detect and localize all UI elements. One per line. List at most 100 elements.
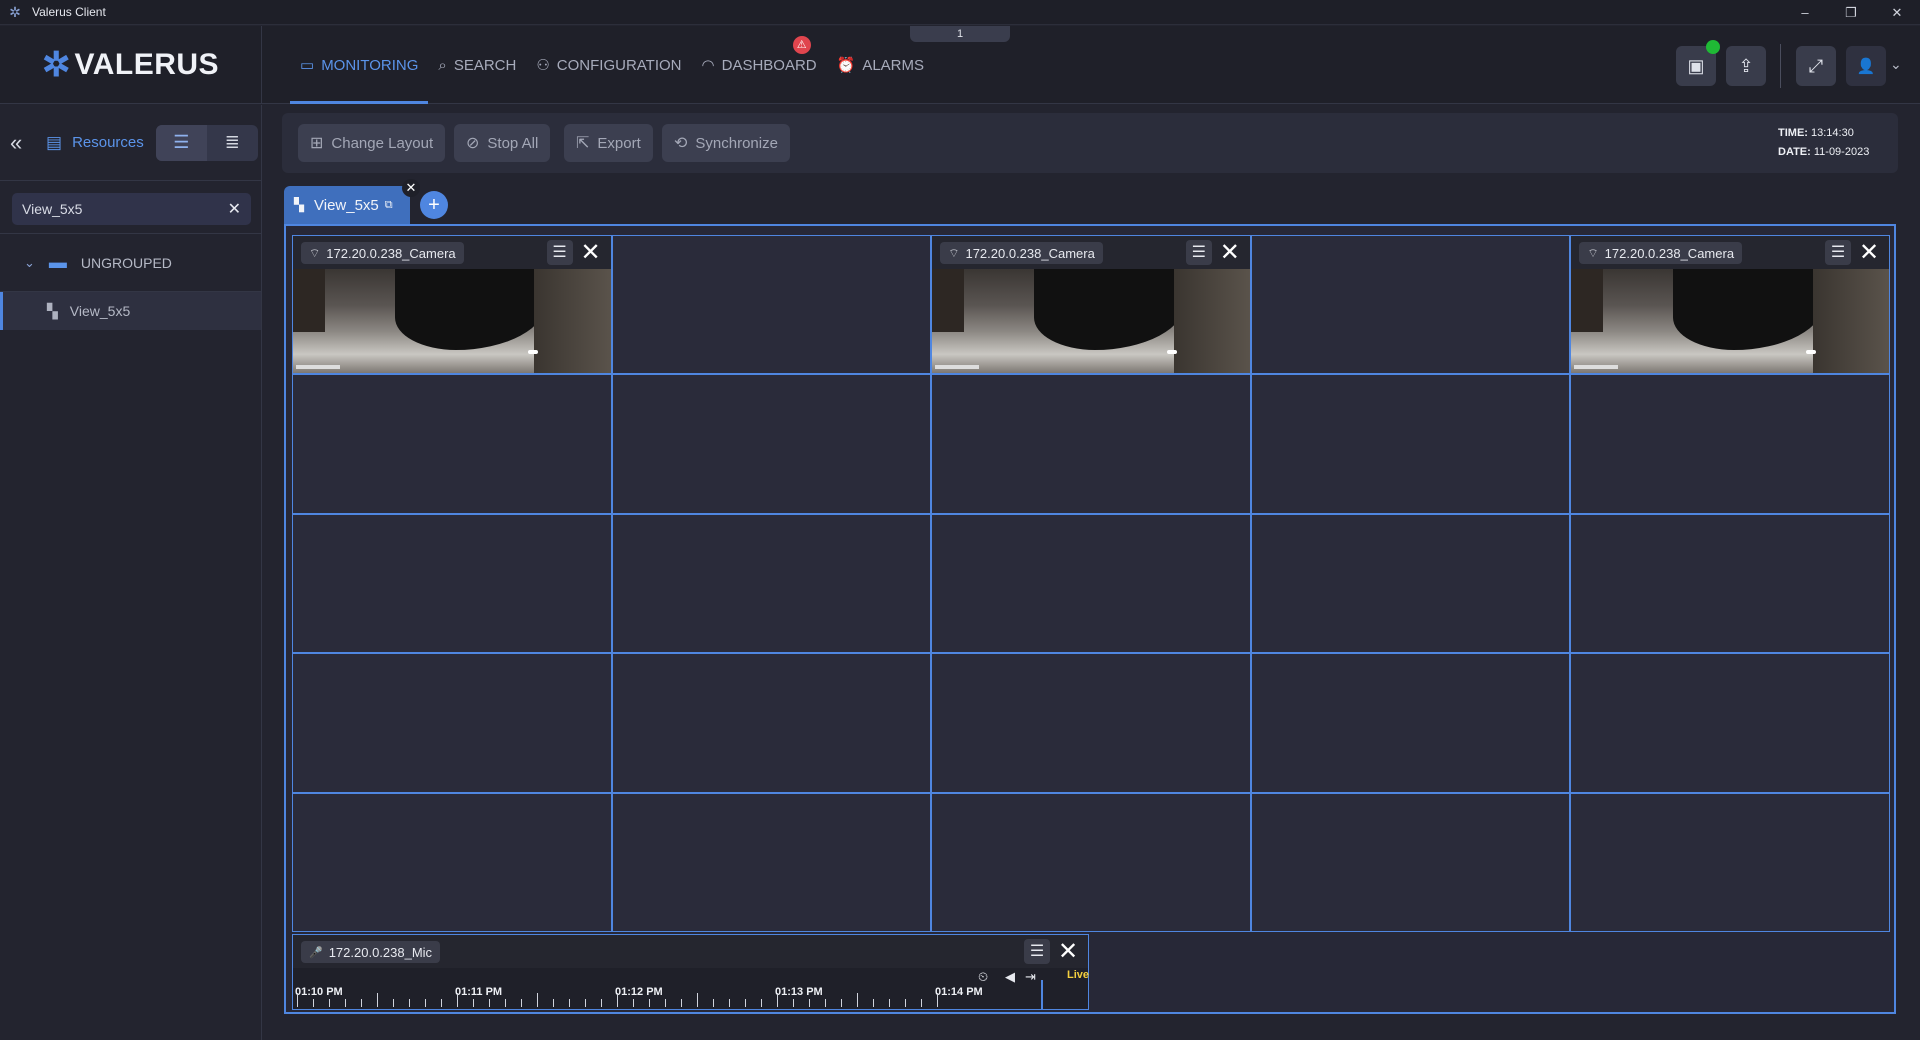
camera-menu-icon[interactable]: ☰ — [1825, 240, 1851, 265]
clear-search-icon[interactable]: ✕ — [228, 199, 241, 219]
tree-view-icon[interactable]: ☰ — [155, 124, 207, 161]
camera-video-feed[interactable] — [1571, 269, 1889, 374]
video-timestamp-overlay — [296, 365, 340, 370]
live-button[interactable]: Live — [1067, 969, 1089, 981]
camera-tile[interactable]: ⌔ 172.20.0.238_Camera ☰ ✕ — [1571, 236, 1889, 374]
share-icon: ⇪ — [1738, 55, 1754, 76]
camera-video-feed[interactable] — [932, 269, 1250, 374]
video-scene — [528, 350, 539, 355]
empty-tile[interactable] — [612, 236, 931, 374]
empty-tile[interactable] — [1571, 793, 1889, 931]
user-menu-button[interactable]: 👤 — [1846, 46, 1886, 86]
list-view-icon[interactable]: ≣ — [207, 125, 258, 161]
screen-status-button[interactable]: ▣ — [1676, 40, 1720, 86]
brand-name: VALERUS — [74, 48, 220, 81]
empty-tile[interactable] — [1251, 793, 1570, 931]
empty-tile[interactable] — [293, 793, 611, 931]
tree-group-ungrouped[interactable]: ⌄ ▬ UNGROUPED — [0, 234, 261, 292]
timeline-playhead[interactable] — [1041, 980, 1043, 1009]
chevron-down-icon[interactable]: ⌄ — [24, 255, 35, 271]
restore-button[interactable]: ❐ — [1828, 0, 1874, 25]
empty-tile[interactable] — [1571, 514, 1889, 653]
video-scene — [1571, 269, 1604, 332]
empty-tile[interactable] — [1251, 236, 1570, 374]
dashboard-alert-badge: ⚠ — [792, 36, 811, 54]
video-scene — [293, 269, 325, 332]
resources-label[interactable]: Resources — [72, 134, 144, 151]
window-title: Valerus Client — [32, 5, 106, 19]
date-label: DATE: — [1778, 146, 1811, 158]
popout-icon[interactable]: ⧉ — [385, 199, 393, 212]
stop-all-button[interactable]: ⊘ Stop All — [454, 124, 551, 162]
empty-tile[interactable] — [932, 514, 1250, 653]
nav-alarms[interactable]: ⏰ ALARMS — [827, 26, 934, 104]
synchronize-button[interactable]: ⟲ Synchronize — [662, 124, 790, 162]
view-mode-toggle: ☰ ≣ — [155, 124, 258, 161]
close-window-button[interactable]: ✕ — [1874, 0, 1920, 25]
timeline-tick — [489, 999, 490, 1007]
camera-tile[interactable]: ⌔ 172.20.0.238_Camera ☰ ✕ — [932, 236, 1250, 374]
folder-icon: ▬ — [48, 252, 67, 272]
camera-menu-icon[interactable]: ☰ — [546, 240, 573, 265]
mic-tile[interactable]: 🎤 172.20.0.238_Mic ☰ ✕ 01:10 PM 01:11 PM… — [292, 934, 1089, 1010]
jump-to-live-icon[interactable]: ⇥ — [1025, 969, 1036, 985]
stop-icon: ⊘ — [466, 135, 480, 152]
sync-icon: ⟲ — [674, 135, 688, 152]
nav-search[interactable]: ⌕ SEARCH — [428, 26, 526, 104]
history-icon[interactable]: ⏲ — [978, 969, 988, 985]
empty-tile[interactable] — [612, 514, 931, 653]
timeline-tick — [745, 999, 746, 1007]
empty-tile[interactable] — [1251, 654, 1570, 792]
collapse-sidebar-icon[interactable]: « — [10, 130, 36, 156]
mic-close-icon[interactable]: ✕ — [1054, 938, 1082, 966]
empty-tile[interactable] — [612, 654, 931, 792]
configuration-icon: ⚇ — [536, 57, 550, 74]
camera-menu-icon[interactable]: ☰ — [1185, 240, 1212, 265]
empty-tile[interactable] — [1571, 375, 1889, 513]
fullscreen-button[interactable]: ⤢ — [1796, 46, 1836, 86]
timeline-label: 01:12 PM — [615, 986, 663, 998]
add-tab-button[interactable]: + — [420, 191, 448, 219]
nav-dashboard[interactable]: ◠ DASHBOARD ⚠ — [692, 26, 827, 104]
mic-menu-icon[interactable]: ☰ — [1024, 939, 1050, 964]
empty-tile[interactable] — [612, 375, 931, 513]
empty-tile[interactable] — [612, 793, 931, 931]
empty-tile[interactable] — [1251, 375, 1570, 513]
tree-group-label: UNGROUPED — [80, 254, 172, 271]
empty-tile[interactable] — [932, 654, 1250, 792]
playback-timeline[interactable]: 01:10 PM 01:11 PM 01:12 PM 01:13 PM 01:1… — [293, 968, 1089, 1009]
camera-close-icon[interactable]: ✕ — [577, 239, 605, 267]
empty-tile[interactable] — [1571, 654, 1889, 792]
empty-tile[interactable] — [932, 375, 1250, 513]
timeline-tick — [297, 993, 298, 1007]
export-button[interactable]: ⇱ Export — [564, 124, 653, 162]
share-button[interactable]: ⇪ — [1726, 46, 1766, 86]
rewind-icon[interactable]: ◀ — [1005, 969, 1015, 985]
tree-item-view[interactable]: ▚ View_5x5 — [0, 292, 261, 330]
timeline-tick — [361, 999, 362, 1007]
nav-monitoring[interactable]: ▭ MONITORING — [290, 26, 429, 104]
camera-video-feed[interactable] — [293, 269, 611, 374]
camera-close-icon[interactable]: ✕ — [1855, 239, 1883, 267]
empty-tile[interactable] — [293, 654, 611, 792]
screen-icon: ▣ — [1687, 55, 1705, 76]
chevron-down-icon[interactable]: ⌄ — [1890, 56, 1902, 73]
camera-tile[interactable]: ⌔ 172.20.0.238_Camera ☰ ✕ — [293, 236, 611, 374]
nav-configuration[interactable]: ⚇ CONFIGURATION — [526, 26, 691, 104]
tab-view-5x5[interactable]: ▚ View_5x5 ⧉ — [284, 186, 410, 224]
resource-search: ✕ — [12, 193, 251, 225]
empty-tile[interactable] — [293, 514, 611, 653]
camera-name: 172.20.0.238_Camera — [1604, 245, 1735, 261]
timeline-tick — [665, 999, 666, 1007]
empty-tile[interactable] — [293, 375, 611, 513]
close-tab-icon[interactable]: ✕ — [402, 179, 420, 197]
search-icon: ⌕ — [438, 56, 447, 74]
empty-tile[interactable] — [932, 793, 1250, 931]
minimize-button[interactable]: – — [1782, 0, 1828, 25]
view-layout-icon: ▚ — [47, 302, 58, 319]
camera-close-icon[interactable]: ✕ — [1216, 239, 1244, 267]
resource-search-input[interactable] — [22, 201, 228, 217]
empty-tile[interactable] — [1251, 514, 1570, 653]
camera-label: ⌔ 172.20.0.238_Camera — [301, 242, 464, 264]
change-layout-button[interactable]: ⊞ Change Layout — [298, 124, 446, 162]
